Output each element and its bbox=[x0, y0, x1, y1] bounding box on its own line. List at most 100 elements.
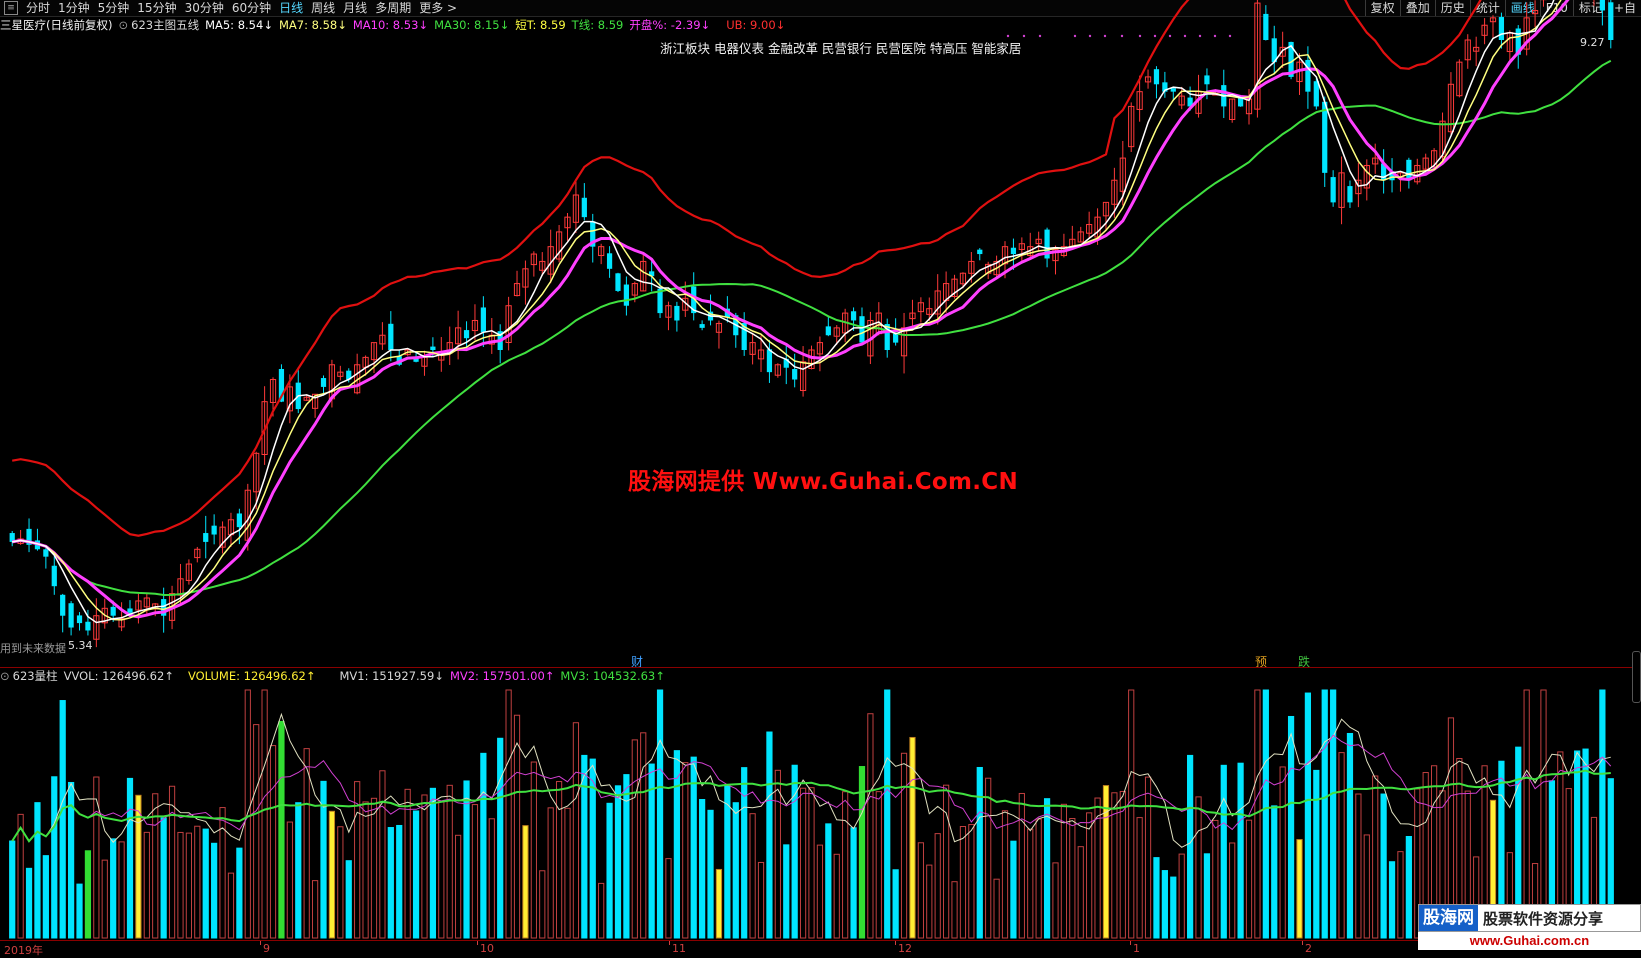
volume-bar bbox=[934, 833, 941, 939]
axis-label: 2 bbox=[1305, 942, 1312, 955]
candle-body-down bbox=[236, 513, 242, 528]
volume-bar bbox=[1144, 776, 1152, 939]
volume-bar bbox=[522, 825, 529, 939]
ma7-line bbox=[12, 0, 1562, 621]
volume-bar bbox=[850, 827, 857, 939]
volume-bar bbox=[143, 831, 150, 939]
signal-dots bbox=[1006, 34, 1232, 38]
axis-label: 10 bbox=[480, 942, 494, 955]
signal-dot bbox=[1073, 34, 1077, 38]
volume-bar bbox=[497, 737, 504, 939]
volume-bar bbox=[547, 807, 554, 939]
candle-body-down bbox=[1608, 2, 1614, 40]
watermark-text: 股海网提供 Www.Guhai.Com.CN bbox=[628, 469, 1019, 495]
volume-bar bbox=[236, 847, 243, 939]
volume-bar bbox=[345, 860, 352, 939]
candles bbox=[9, 0, 1614, 648]
signal-dot bbox=[1153, 34, 1157, 38]
volume-bar bbox=[732, 802, 739, 939]
volume-bar bbox=[25, 867, 33, 939]
volume-indicator-name[interactable]: 623量柱 bbox=[13, 668, 58, 684]
volume-bar bbox=[438, 800, 445, 939]
volume-bar bbox=[34, 802, 41, 939]
volume-bar bbox=[1540, 689, 1547, 939]
mv3-value: MV3: 104532.63↑ bbox=[560, 669, 665, 683]
volume-bar bbox=[202, 828, 209, 939]
volume-bar bbox=[968, 824, 975, 939]
candle-body-down bbox=[606, 253, 613, 269]
volume-bar bbox=[1060, 803, 1068, 939]
candle-body-down bbox=[43, 549, 49, 557]
volume-bar bbox=[1523, 689, 1530, 939]
volume-bar bbox=[1001, 810, 1009, 939]
candle-body-down bbox=[615, 273, 621, 291]
candle-body-down bbox=[1153, 69, 1160, 85]
volume-bar bbox=[589, 758, 596, 939]
signal-dot bbox=[1228, 34, 1232, 38]
signal-dot bbox=[1006, 34, 1010, 38]
volume-bar bbox=[17, 813, 24, 939]
panel-resize-handle[interactable] bbox=[1632, 651, 1641, 703]
volume-bar bbox=[572, 722, 580, 939]
logo-right: 股票软件资源分享 bbox=[1483, 909, 1604, 928]
mv2-value: MV2: 157501.00↑ bbox=[449, 669, 555, 683]
candle-body-down bbox=[430, 346, 436, 350]
candle-body-down bbox=[1263, 13, 1269, 41]
volume-bar bbox=[1296, 839, 1303, 939]
candle-body-down bbox=[1322, 101, 1328, 173]
mv3-line bbox=[11, 769, 1611, 843]
mv1-value: MV1: 151927.59↓ bbox=[339, 669, 444, 683]
volume-bar bbox=[1229, 842, 1236, 939]
volume-bar bbox=[211, 842, 218, 939]
dropdown-icon[interactable]: ⊙ bbox=[0, 669, 10, 683]
candle-body-down bbox=[51, 565, 57, 587]
volume-bar bbox=[993, 878, 1000, 939]
volume-bar bbox=[1599, 689, 1606, 939]
volume-bar bbox=[749, 813, 756, 939]
volume-bar bbox=[1187, 754, 1194, 939]
volume-bar bbox=[463, 780, 470, 939]
volume-bar bbox=[311, 880, 319, 939]
volume-bar bbox=[42, 855, 49, 939]
axis-label: 9 bbox=[263, 942, 270, 955]
candle-body-down bbox=[127, 608, 133, 613]
volume-bar bbox=[227, 872, 235, 939]
candle-body-down bbox=[203, 533, 209, 542]
volume-bar bbox=[682, 762, 689, 939]
volume-bar bbox=[412, 810, 420, 939]
volume-bar bbox=[421, 794, 428, 939]
price-high-label: 9.27 bbox=[1580, 36, 1605, 49]
volume-bar bbox=[842, 791, 849, 939]
axis-tick bbox=[260, 941, 261, 945]
volume-bar bbox=[84, 850, 92, 939]
candle-body-down bbox=[1010, 247, 1017, 255]
signal-dot bbox=[1168, 34, 1172, 38]
signal-dot bbox=[1038, 34, 1042, 38]
volume-bar bbox=[757, 861, 765, 939]
volume-bar bbox=[1287, 715, 1295, 939]
volume-bar bbox=[480, 752, 487, 939]
candle-body-down bbox=[211, 525, 217, 535]
volume-bar bbox=[110, 838, 117, 939]
candle-body-down bbox=[581, 197, 587, 218]
candle-body-down bbox=[480, 307, 486, 333]
volume-bar bbox=[1035, 818, 1042, 939]
volume-bar bbox=[160, 817, 167, 939]
volume-bar bbox=[640, 732, 647, 939]
volume-bar bbox=[1313, 769, 1320, 939]
volume-bar bbox=[1086, 812, 1093, 939]
candle-body-down bbox=[850, 311, 857, 321]
candle-body-down bbox=[825, 326, 831, 336]
volume-bar bbox=[631, 739, 638, 939]
volume-bar bbox=[9, 840, 16, 939]
candle-body-down bbox=[766, 349, 773, 373]
volume-bar bbox=[724, 784, 731, 939]
volume-bar bbox=[1304, 692, 1312, 939]
volume-bar bbox=[168, 785, 176, 939]
volume-bar bbox=[530, 761, 537, 939]
volume-bar bbox=[555, 781, 563, 939]
candle-body-down bbox=[1204, 75, 1210, 85]
volume-bar bbox=[1069, 817, 1076, 939]
volume-bar bbox=[783, 844, 790, 939]
axis-tick bbox=[895, 941, 896, 945]
